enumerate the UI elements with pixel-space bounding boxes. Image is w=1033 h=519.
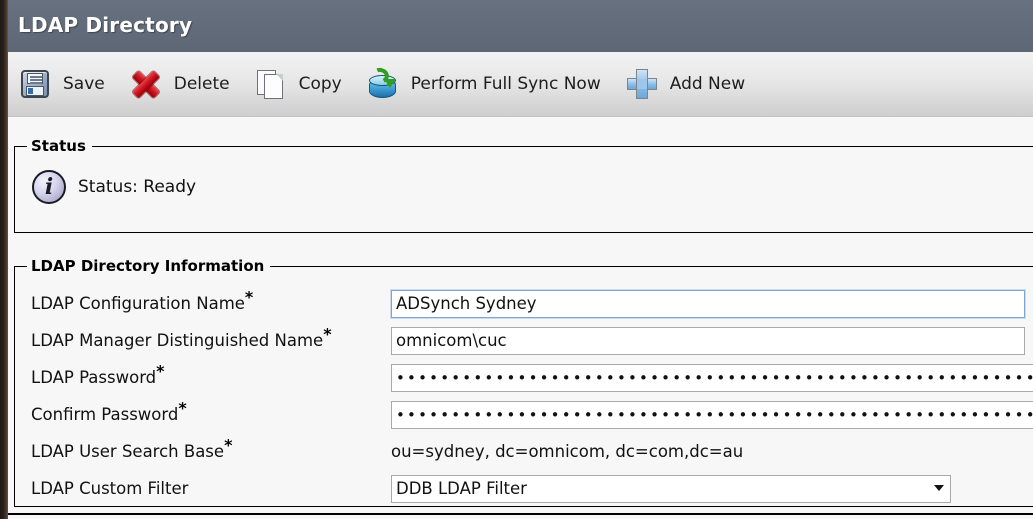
- ldap-configuration-name-input[interactable]: [391, 289, 1025, 318]
- status-section: Status i Status: Ready: [14, 137, 1033, 233]
- required-marker: *: [156, 361, 165, 381]
- perform-full-sync-now-button[interactable]: Perform Full Sync Now: [366, 52, 609, 116]
- field-row-confirm-password: Confirm Password*: [15, 396, 1033, 433]
- ldap-password-label: LDAP Password*: [31, 361, 165, 387]
- add-icon: [625, 67, 659, 101]
- ldap-custom-filter-select[interactable]: DDB LDAP Filter: [391, 474, 951, 503]
- required-marker: *: [224, 435, 233, 455]
- field-row-ldap-manager-distinguished-name: LDAP Manager Distinguished Name*: [15, 322, 1033, 359]
- page-header: LDAP Directory: [0, 0, 1033, 52]
- confirm-password-label: Confirm Password*: [31, 398, 187, 424]
- ldap-manager-distinguished-name-input[interactable]: [391, 326, 1025, 355]
- field-row-ldap-password: LDAP Password*: [15, 359, 1033, 396]
- confirm-password-input[interactable]: [391, 400, 1033, 429]
- delete-icon: [129, 67, 163, 101]
- sync-icon: [366, 65, 400, 101]
- ldap-custom-filter-select-wrap: DDB LDAP Filter: [391, 474, 951, 503]
- required-marker: *: [244, 287, 254, 307]
- ldap-form: LDAP Configuration Name* LDAP Manager Di…: [15, 275, 1033, 507]
- ldap-custom-filter-label: LDAP Custom Filter: [31, 479, 189, 498]
- required-marker: *: [178, 398, 187, 418]
- page-bottom-rule: [8, 513, 1033, 515]
- ldap-configuration-name-label: LDAP Configuration Name*: [31, 287, 254, 313]
- copy-icon: [254, 67, 288, 101]
- page-content: Status i Status: Ready LDAP Directory In…: [0, 117, 1033, 519]
- save-button-label: Save: [63, 74, 105, 94]
- status-section-legend: Status: [31, 137, 86, 155]
- delete-button[interactable]: Delete: [129, 52, 238, 116]
- ldap-manager-distinguished-name-label: LDAP Manager Distinguished Name*: [31, 324, 332, 350]
- ldap-directory-page: LDAP Directory Save Delete Copy Perform …: [0, 0, 1033, 519]
- field-row-ldap-custom-filter: LDAP Custom Filter DDB LDAP Filter: [15, 470, 1033, 507]
- ldap-user-search-base-value: ou=sydney, dc=omnicom, dc=com,dc=au: [391, 442, 744, 461]
- info-icon: i: [31, 169, 67, 205]
- ldap-password-input[interactable]: [391, 363, 1033, 392]
- copy-button-label: Copy: [298, 74, 342, 94]
- perform-full-sync-now-label: Perform Full Sync Now: [410, 74, 601, 94]
- status-text: Status: Ready: [78, 177, 197, 197]
- save-button[interactable]: Save: [18, 52, 113, 116]
- field-row-ldap-user-search-base: LDAP User Search Base* ou=sydney, dc=omn…: [15, 433, 1033, 470]
- required-marker: *: [323, 324, 332, 344]
- save-icon: [18, 67, 52, 101]
- toolbar: Save Delete Copy Perform Full Sync Now A: [0, 52, 1033, 117]
- window-left-edge: [0, 0, 8, 519]
- add-new-button-label: Add New: [669, 74, 746, 94]
- ldap-user-search-base-label: LDAP User Search Base*: [31, 435, 233, 461]
- add-new-button[interactable]: Add New: [625, 52, 753, 116]
- page-title: LDAP Directory: [18, 13, 193, 37]
- field-row-ldap-configuration-name: LDAP Configuration Name*: [15, 285, 1033, 322]
- delete-button-label: Delete: [173, 74, 230, 94]
- status-row: i Status: Ready: [15, 155, 1033, 205]
- copy-button[interactable]: Copy: [254, 52, 350, 116]
- ldap-section-legend: LDAP Directory Information: [31, 257, 265, 275]
- ldap-directory-information-section: LDAP Directory Information LDAP Configur…: [14, 257, 1033, 507]
